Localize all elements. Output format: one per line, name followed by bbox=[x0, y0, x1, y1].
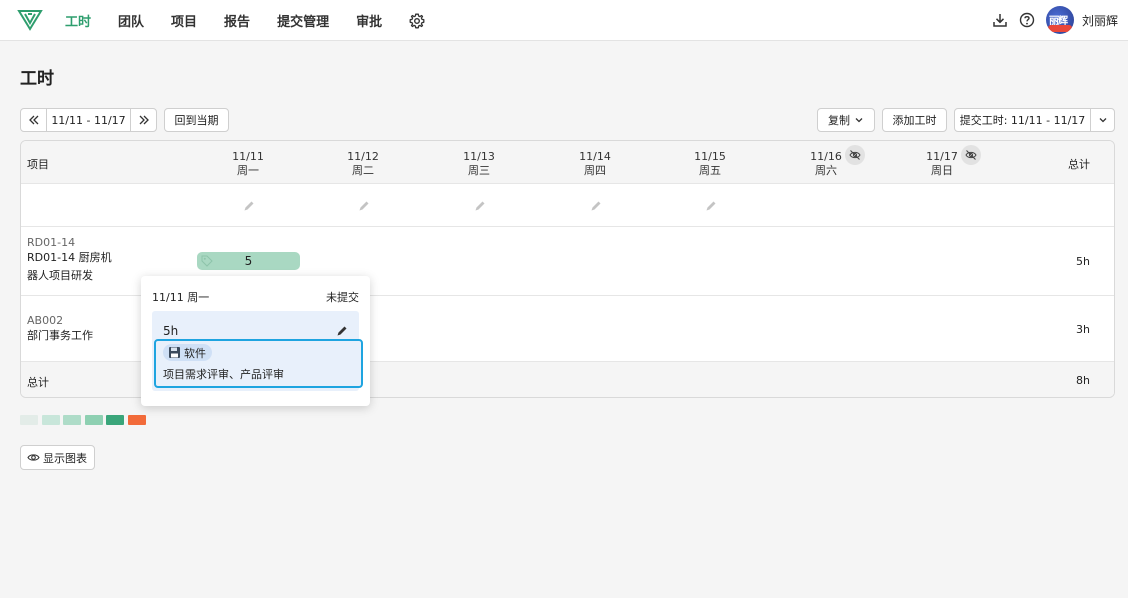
day-weekday: 周六 bbox=[815, 164, 837, 177]
popover-hours: 5h bbox=[163, 324, 179, 338]
day-date: 11/11 bbox=[232, 150, 264, 163]
pencil-icon[interactable] bbox=[590, 200, 602, 212]
chevron-down-icon bbox=[1099, 118, 1106, 123]
avatar-band bbox=[1047, 25, 1072, 32]
double-chevron-right-icon bbox=[139, 115, 149, 125]
popover-status: 未提交 bbox=[326, 291, 359, 304]
day-weekday: 周日 bbox=[931, 164, 953, 177]
quick-entry-row bbox=[21, 184, 1114, 227]
pencil-icon[interactable] bbox=[705, 200, 717, 212]
submit-options-button[interactable] bbox=[1091, 109, 1114, 131]
popover-date: 11/11 周一 bbox=[152, 291, 210, 304]
day-weekday: 周三 bbox=[468, 164, 490, 177]
top-bar: 工时 团队 项目 报告 提交管理 审批 丽辉 刘丽辉 bbox=[0, 0, 1128, 41]
double-chevron-left-icon bbox=[28, 115, 38, 125]
day-weekday: 周四 bbox=[584, 164, 606, 177]
nav-reports[interactable]: 报告 bbox=[224, 11, 250, 30]
popover-entry-card: 5h 软件 项目需求评审、产品评审 bbox=[152, 311, 363, 391]
hours-value: 5 bbox=[244, 254, 253, 268]
total-column-header: 总计 bbox=[1068, 158, 1090, 171]
total-label: 总计 bbox=[27, 376, 49, 389]
grand-total: 8h bbox=[1076, 374, 1090, 387]
eye-off-icon bbox=[965, 150, 977, 160]
pencil-icon[interactable] bbox=[243, 200, 255, 212]
day-header-mon: 11/11 周一 bbox=[208, 150, 288, 178]
nav-submission-management[interactable]: 提交管理 bbox=[277, 11, 329, 30]
nav-team[interactable]: 团队 bbox=[118, 11, 144, 30]
day-date: 11/13 bbox=[463, 150, 495, 163]
entry-popover: 11/11 周一 未提交 5h 软件 项目需求评审、产品评审 bbox=[141, 276, 370, 406]
legend-swatch bbox=[20, 415, 38, 425]
project-cell[interactable]: RD01-14 RD01-14 厨房机 器人项目研发 bbox=[27, 236, 112, 285]
day-date: 11/14 bbox=[579, 150, 611, 163]
day-weekday: 周一 bbox=[237, 164, 259, 177]
legend-swatch bbox=[63, 415, 81, 425]
intensity-legend bbox=[20, 415, 149, 425]
hours-entry-mon[interactable]: 5 bbox=[197, 252, 300, 270]
settings-gear-icon[interactable] bbox=[409, 13, 425, 29]
copy-label: 复制 bbox=[828, 114, 850, 127]
day-header-fri: 11/15 周五 bbox=[670, 150, 750, 178]
day-date: 11/12 bbox=[347, 150, 379, 163]
project-total: 5h bbox=[1076, 255, 1090, 268]
pencil-icon[interactable] bbox=[358, 200, 370, 212]
toggle-sunday-button[interactable] bbox=[961, 145, 981, 165]
table-header-row: 项目 11/11 周一 11/12 周二 11/13 周三 11/14 周四 1… bbox=[21, 141, 1114, 184]
project-column-header: 项目 bbox=[27, 158, 49, 171]
legend-swatch bbox=[127, 415, 146, 425]
category-tag-label: 软件 bbox=[184, 346, 206, 360]
floppy-disk-icon bbox=[169, 347, 180, 358]
project-code: RD01-14 bbox=[27, 236, 76, 249]
project-code: AB002 bbox=[27, 314, 64, 327]
copy-button[interactable]: 复制 bbox=[817, 108, 875, 132]
eye-icon bbox=[27, 454, 40, 461]
entry-description: 项目需求评审、产品评审 bbox=[163, 368, 284, 381]
app-logo-icon[interactable] bbox=[17, 8, 43, 32]
user-name[interactable]: 刘丽辉 bbox=[1082, 12, 1118, 29]
week-navigator: 11/11 - 11/17 bbox=[20, 108, 157, 132]
day-header-wed: 11/13 周三 bbox=[439, 150, 519, 178]
show-chart-label: 显示图表 bbox=[43, 451, 87, 465]
nav-timesheet[interactable]: 工时 bbox=[65, 11, 91, 30]
main-nav: 工时 团队 项目 报告 提交管理 审批 bbox=[65, 0, 425, 40]
toggle-saturday-button[interactable] bbox=[845, 145, 865, 165]
prev-week-button[interactable] bbox=[21, 109, 46, 131]
project-name-line1: 部门事务工作 bbox=[27, 329, 93, 342]
popover-entry-item[interactable]: 软件 项目需求评审、产品评审 bbox=[154, 339, 363, 388]
submit-split-button: 提交工时: 11/11 - 11/17 bbox=[954, 108, 1115, 132]
project-total: 3h bbox=[1076, 323, 1090, 336]
legend-swatch bbox=[84, 415, 103, 425]
legend-swatch bbox=[41, 415, 60, 425]
page-title: 工时 bbox=[20, 69, 54, 89]
help-icon[interactable] bbox=[1019, 12, 1035, 28]
project-cell[interactable]: AB002 部门事务工作 bbox=[27, 314, 93, 345]
week-range[interactable]: 11/11 - 11/17 bbox=[46, 109, 131, 131]
next-week-button[interactable] bbox=[131, 109, 156, 131]
add-hours-button[interactable]: 添加工时 bbox=[882, 108, 947, 132]
day-header-thu: 11/14 周四 bbox=[555, 150, 635, 178]
legend-swatch bbox=[106, 415, 124, 425]
project-name-line1: RD01-14 厨房机 bbox=[27, 251, 112, 264]
day-weekday: 周二 bbox=[352, 164, 374, 177]
day-weekday: 周五 bbox=[699, 164, 721, 177]
user-avatar[interactable]: 丽辉 bbox=[1045, 6, 1074, 34]
current-period-button[interactable]: 回到当期 bbox=[164, 108, 229, 132]
submit-hours-button[interactable]: 提交工时: 11/11 - 11/17 bbox=[955, 109, 1091, 131]
pencil-icon[interactable] bbox=[474, 200, 486, 212]
download-icon[interactable] bbox=[992, 12, 1008, 28]
day-header-tue: 11/12 周二 bbox=[323, 150, 403, 178]
category-tag: 软件 bbox=[163, 344, 212, 361]
nav-approval[interactable]: 审批 bbox=[356, 11, 382, 30]
show-chart-button[interactable]: 显示图表 bbox=[20, 445, 95, 470]
edit-pencil-icon[interactable] bbox=[336, 325, 348, 337]
day-date: 11/15 bbox=[694, 150, 726, 163]
eye-off-icon bbox=[849, 150, 861, 160]
tag-icon bbox=[201, 255, 213, 267]
nav-projects[interactable]: 项目 bbox=[171, 11, 197, 30]
project-name-line2: 器人项目研发 bbox=[27, 269, 93, 282]
top-right-actions: 丽辉 刘丽辉 bbox=[992, 0, 1118, 40]
chevron-down-icon bbox=[855, 118, 863, 123]
